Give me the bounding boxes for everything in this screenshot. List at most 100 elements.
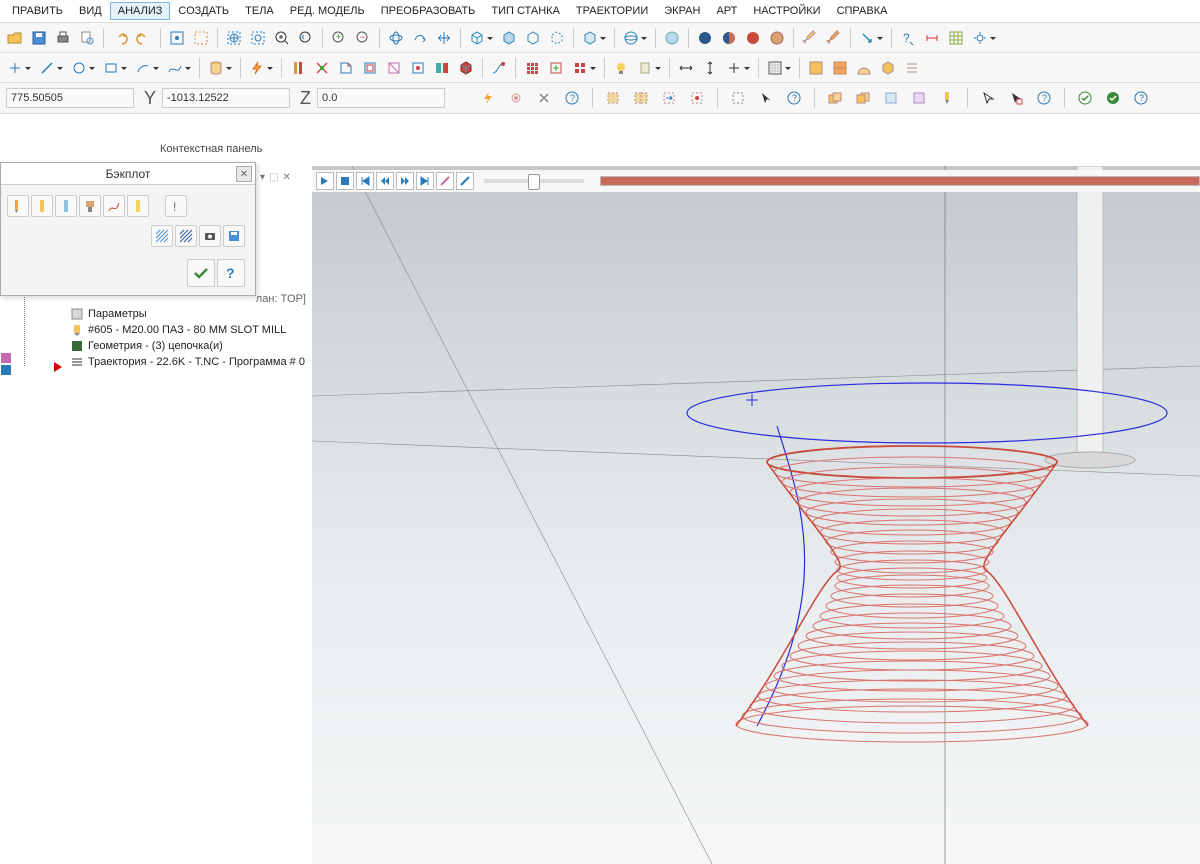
menu-art[interactable]: АРТ <box>708 2 745 20</box>
select-swap-icon[interactable] <box>658 87 680 109</box>
box-hidden-icon[interactable] <box>546 27 568 49</box>
bp-warning-icon[interactable]: ! <box>165 195 187 217</box>
help-topic-icon[interactable]: ? <box>897 27 919 49</box>
menu-bodies[interactable]: ТЕЛА <box>237 2 282 20</box>
settings-gear-icon[interactable] <box>969 27 991 49</box>
box-wireframe-icon[interactable] <box>466 27 488 49</box>
tree-row-path[interactable]: Траектория - 22.6K - T.NC - Программа # … <box>30 354 306 370</box>
backplot-close-icon[interactable]: ✕ <box>236 166 252 182</box>
z-input[interactable] <box>317 88 445 108</box>
menu-analyze[interactable]: АНАЛИЗ <box>110 2 171 20</box>
pencil-orange-icon[interactable] <box>823 27 845 49</box>
point-icon[interactable] <box>4 57 26 79</box>
cursor-sel-icon[interactable] <box>977 87 999 109</box>
tool-slot-icon[interactable] <box>383 57 405 79</box>
bp-tool-holder-icon[interactable] <box>79 195 101 217</box>
select-b-icon[interactable] <box>630 87 652 109</box>
layer-tool-icon[interactable] <box>936 87 958 109</box>
view-iso-icon[interactable] <box>579 27 601 49</box>
help3-icon[interactable]: ? <box>1130 87 1152 109</box>
layer-d-icon[interactable] <box>908 87 930 109</box>
select-a-icon[interactable] <box>602 87 624 109</box>
sphere-dark-icon[interactable] <box>694 27 716 49</box>
snap-help-icon[interactable]: ? <box>561 87 583 109</box>
bp-hatch-b-icon[interactable] <box>175 225 197 247</box>
cursor-help-icon[interactable]: ? <box>783 87 805 109</box>
open-icon[interactable] <box>4 27 26 49</box>
tool-drill-icon[interactable] <box>407 57 429 79</box>
menu-view[interactable]: ВИД <box>71 2 110 20</box>
tree-row-params[interactable]: Параметры <box>30 306 306 322</box>
zoom-window-icon[interactable] <box>190 27 212 49</box>
measure-horiz-icon[interactable] <box>675 57 697 79</box>
y-input[interactable] <box>162 88 290 108</box>
sphere-red-icon[interactable] <box>742 27 764 49</box>
layer-back-icon[interactable] <box>852 87 874 109</box>
trace-b-icon[interactable] <box>456 172 474 190</box>
bp-tool-path-icon[interactable] <box>103 195 125 217</box>
bp-tool-a-icon[interactable] <box>7 195 29 217</box>
zoom-in-icon[interactable] <box>271 27 293 49</box>
undo-icon[interactable] <box>109 27 131 49</box>
redo-icon[interactable] <box>133 27 155 49</box>
bp-help-icon[interactable]: ? <box>217 259 245 287</box>
select-in-icon[interactable] <box>686 87 708 109</box>
viewport-3d[interactable] <box>312 166 1200 864</box>
snap-gear-icon[interactable] <box>505 87 527 109</box>
speed-slider[interactable] <box>484 179 584 183</box>
layer-c-icon[interactable] <box>880 87 902 109</box>
menu-edit[interactable]: ПРАВИТЬ <box>4 2 71 20</box>
measure-vert-icon[interactable] <box>699 57 721 79</box>
menu-transform[interactable]: ПРЕОБРАЗОВАТЬ <box>373 2 484 20</box>
x-input[interactable] <box>6 88 134 108</box>
light-options-icon[interactable] <box>634 57 656 79</box>
cursor-help2-icon[interactable]: ? <box>1033 87 1055 109</box>
bp-hatch-a-icon[interactable] <box>151 225 173 247</box>
grid-toggle-icon[interactable] <box>945 27 967 49</box>
tool-cube-icon[interactable] <box>455 57 477 79</box>
tool-contour-icon[interactable] <box>335 57 357 79</box>
menu-screen[interactable]: ЭКРАН <box>656 2 708 20</box>
path-tangent-icon[interactable] <box>488 57 510 79</box>
bp-ok-icon[interactable] <box>187 259 215 287</box>
confirm2-icon[interactable] <box>1102 87 1124 109</box>
fit-icon[interactable] <box>166 27 188 49</box>
menu-toolpaths[interactable]: ТРАЕКТОРИИ <box>568 2 656 20</box>
rewind-icon[interactable] <box>376 172 394 190</box>
window-select-icon[interactable] <box>727 87 749 109</box>
menu-create[interactable]: СОЗДАТЬ <box>170 2 237 20</box>
rectangle-icon[interactable] <box>100 57 122 79</box>
zoom-target-icon[interactable] <box>223 27 245 49</box>
dimension-icon[interactable] <box>921 27 943 49</box>
array-options-icon[interactable] <box>569 57 591 79</box>
box-outline-icon[interactable] <box>522 27 544 49</box>
globe-wire-icon[interactable] <box>620 27 642 49</box>
zoom-in-plus-icon[interactable]: + <box>328 27 350 49</box>
zoom-out-icon[interactable]: − <box>352 27 374 49</box>
forward-icon[interactable] <box>396 172 414 190</box>
rotate-icon[interactable] <box>385 27 407 49</box>
print-icon[interactable] <box>52 27 74 49</box>
panel-close-icon[interactable]: ✕ <box>282 172 290 183</box>
tool-a-icon[interactable] <box>287 57 309 79</box>
light-icon[interactable] <box>610 57 632 79</box>
bp-tool-vert-icon[interactable] <box>127 195 149 217</box>
pan-icon[interactable] <box>433 27 455 49</box>
tool-multiaxis-icon[interactable] <box>431 57 453 79</box>
panel-b-icon[interactable] <box>829 57 851 79</box>
bp-tool-b-icon[interactable] <box>31 195 53 217</box>
print-preview-icon[interactable] <box>76 27 98 49</box>
arc-icon[interactable] <box>132 57 154 79</box>
sphere-edge-icon[interactable] <box>766 27 788 49</box>
spline-icon[interactable] <box>164 57 186 79</box>
save-icon[interactable] <box>28 27 50 49</box>
zoom-selected-icon[interactable] <box>247 27 269 49</box>
measure-options-icon[interactable] <box>723 57 745 79</box>
confirm-icon[interactable] <box>1074 87 1096 109</box>
panel-dropdown-icon[interactable]: ▾ <box>260 172 265 183</box>
snap-cross-icon[interactable] <box>533 87 555 109</box>
rewind-start-icon[interactable] <box>356 172 374 190</box>
grid-3x3-icon[interactable] <box>521 57 543 79</box>
bp-tool-c-icon[interactable] <box>55 195 77 217</box>
play-icon[interactable] <box>316 172 334 190</box>
